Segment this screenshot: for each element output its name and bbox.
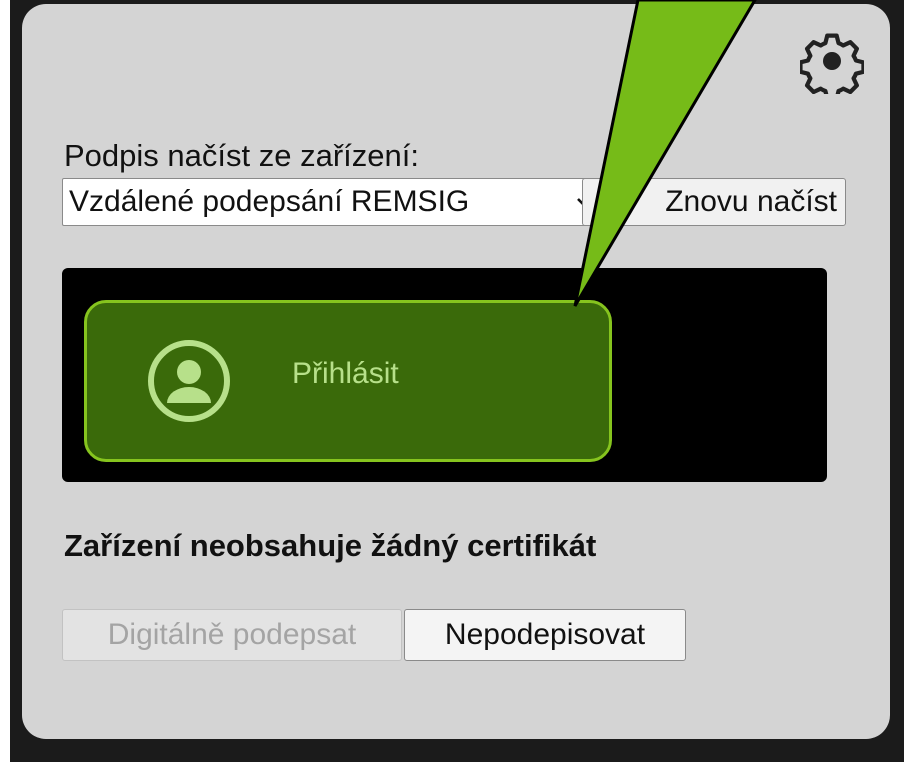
login-button-label: Přihlásit <box>292 357 399 390</box>
signature-dialog: Podpis načíst ze zařízení: Vzdálené pode… <box>22 4 890 739</box>
sign-button: Digitálně podepsat <box>62 609 402 661</box>
reload-button[interactable]: Znovu načíst <box>582 178 846 226</box>
login-button[interactable]: Přihlásit <box>84 300 612 462</box>
device-select-value: Vzdálené podepsání REMSIG <box>69 185 470 218</box>
gear-icon[interactable] <box>800 30 864 94</box>
device-label: Podpis načíst ze zařízení: <box>64 138 419 173</box>
background-edge <box>0 0 10 762</box>
user-icon <box>148 340 230 422</box>
status-message: Zařízení neobsahuje žádný certifikát <box>64 528 597 563</box>
no-sign-button[interactable]: Nepodepisovat <box>404 609 686 661</box>
device-select[interactable]: Vzdálené podepsání REMSIG <box>62 178 602 226</box>
